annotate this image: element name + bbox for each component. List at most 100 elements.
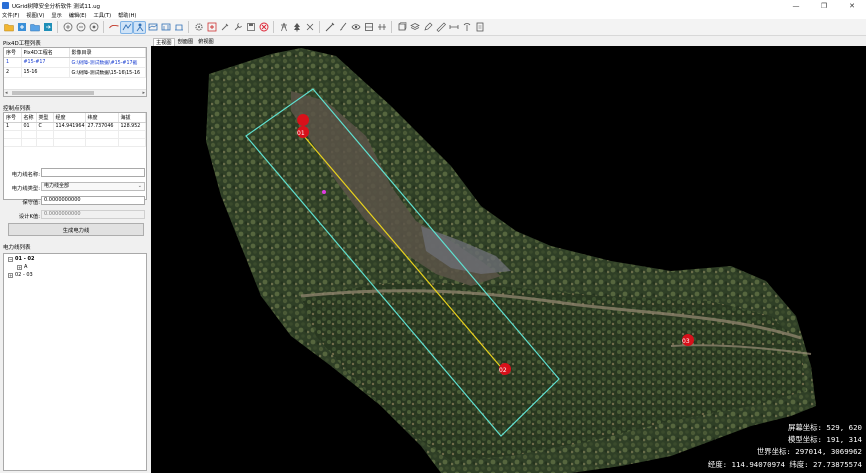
tab-profile-view[interactable]: 剖面图 xyxy=(176,38,196,46)
antenna-icon[interactable] xyxy=(461,22,472,33)
eye-icon[interactable] xyxy=(350,22,361,33)
column-header[interactable]: 类型 xyxy=(36,113,54,123)
column-header[interactable]: 影像目录 xyxy=(69,48,146,58)
menu-view[interactable]: 视图(V) xyxy=(26,12,44,19)
table-cell: C xyxy=(36,122,54,131)
view-tabs: 主视图 剖面图 俯视图 xyxy=(151,37,866,46)
minimize-button[interactable]: — xyxy=(782,0,810,11)
stack-icon[interactable] xyxy=(409,22,420,33)
wrench-icon[interactable] xyxy=(232,22,243,33)
menu-display[interactable]: 显示 xyxy=(51,12,61,19)
zoom-in-icon[interactable] xyxy=(62,22,73,33)
import-icon[interactable] xyxy=(16,22,27,33)
pick-icon[interactable] xyxy=(219,22,230,33)
generate-powerline-button[interactable]: 生成电力线 xyxy=(8,223,144,236)
scrollbar-thumb[interactable] xyxy=(12,91,94,95)
tree-item-label: 02 - 03 xyxy=(15,272,33,278)
column-header[interactable]: Pix4D工程名 xyxy=(21,48,70,58)
top-view-icon[interactable] xyxy=(160,22,171,33)
settings-gear-icon[interactable] xyxy=(193,22,204,33)
layers-icon[interactable] xyxy=(363,22,374,33)
tower-marker-02[interactable]: 02 xyxy=(499,363,511,375)
toolbar-separator xyxy=(319,21,320,33)
section-view-icon[interactable] xyxy=(173,22,184,33)
point-cloud-viewer[interactable]: 01 02 03 屏幕坐标: 529, 620 模型坐标: 191, 314 世… xyxy=(151,46,866,473)
tree-icon[interactable] xyxy=(291,22,302,33)
toolbar-separator xyxy=(188,21,189,33)
measure-line-icon[interactable] xyxy=(108,22,119,33)
menu-file[interactable]: 文件(F) xyxy=(2,12,19,19)
column-header[interactable]: 序号 xyxy=(4,48,22,58)
tree-item[interactable]: − 01 - 02 xyxy=(8,256,34,262)
project-table[interactable]: 序号 Pix4D工程名 影像目录 1 #15-#17 G:\树障-测试数据\#1… xyxy=(3,47,147,97)
tower-marker-03[interactable]: 03 xyxy=(682,334,694,346)
toolbar xyxy=(0,19,866,36)
tree-child-item[interactable]: + A xyxy=(17,264,27,270)
powerline-tree[interactable]: − 01 - 02 + A + 02 - 03 xyxy=(3,253,147,471)
powerline-name-label: 电力线名称: xyxy=(11,172,40,178)
point-cloud-scene[interactable]: 01 02 03 xyxy=(151,46,866,473)
powerline-type-select[interactable]: 电力线全部 ⌄ xyxy=(41,182,145,191)
app-logo-icon xyxy=(2,2,9,9)
menu-help[interactable]: 帮助(H) xyxy=(118,12,136,19)
table-cell: 15-16 xyxy=(21,67,70,78)
close-button[interactable]: ✕ xyxy=(838,0,866,11)
column-header[interactable]: 纬度 xyxy=(85,113,119,123)
column-header[interactable]: 海拔 xyxy=(118,113,146,123)
full-extent-icon[interactable] xyxy=(88,22,99,33)
table-row[interactable]: 2 15-16 G:\树障-测试数据\15-16\15-16 xyxy=(4,67,146,78)
table-row[interactable]: 1 01 C 114.941964 27.737046 128.952 xyxy=(4,122,146,131)
tab-top-view[interactable]: 俯视图 xyxy=(196,38,216,46)
column-header[interactable]: 序号 xyxy=(4,113,22,123)
save-disk-icon[interactable] xyxy=(245,22,256,33)
tab-main-view[interactable]: 主视图 xyxy=(153,38,175,46)
edit-icon[interactable] xyxy=(422,22,433,33)
conservative-value-label: 保守值: xyxy=(22,200,40,206)
selection-point[interactable] xyxy=(322,190,326,194)
maximize-button[interactable]: ❐ xyxy=(810,0,838,11)
expand-icon[interactable]: + xyxy=(17,264,22,270)
profile-view-icon[interactable] xyxy=(147,22,158,33)
collapse-icon[interactable]: − xyxy=(8,256,13,262)
column-header[interactable]: 名称 xyxy=(21,113,37,123)
ruler-icon[interactable] xyxy=(435,22,446,33)
zoom-out-icon[interactable] xyxy=(75,22,86,33)
toolbar-separator xyxy=(273,21,274,33)
scroll-left-icon[interactable]: ◂ xyxy=(5,90,8,96)
coordinate-readout: 屏幕坐标: 529, 620 模型坐标: 191, 314 世界坐标: 2970… xyxy=(708,422,862,471)
project-list-title: Pix4D工程列表 xyxy=(3,41,41,47)
brush-icon[interactable] xyxy=(337,22,348,33)
tree-item[interactable]: + 02 - 03 xyxy=(8,272,33,278)
powerline-type-label: 电力线类型: xyxy=(11,186,40,192)
stop-icon[interactable] xyxy=(258,22,269,33)
save-icon[interactable] xyxy=(29,22,40,33)
column-header[interactable]: 经度 xyxy=(53,113,86,123)
cube-icon[interactable] xyxy=(396,22,407,33)
tower-icon[interactable] xyxy=(278,22,289,33)
open-folder-icon[interactable] xyxy=(3,22,14,33)
scroll-right-icon[interactable]: ▸ xyxy=(142,90,145,96)
screen-coordinate: 屏幕坐标: 529, 620 xyxy=(787,422,862,432)
add-point-icon[interactable] xyxy=(206,22,217,33)
menu-edit[interactable]: 编辑(E) xyxy=(69,12,87,19)
conservative-value-input[interactable]: 0.0000000000 xyxy=(41,196,145,205)
horizontal-scrollbar[interactable]: ◂ ▸ xyxy=(4,89,146,96)
report-icon[interactable] xyxy=(474,22,485,33)
tree-item-label: A xyxy=(24,264,28,270)
marker-label: 03 xyxy=(682,338,690,345)
marker-label: 01 xyxy=(297,130,305,137)
pan-hand-icon[interactable] xyxy=(120,20,133,34)
powerline-name-input[interactable] xyxy=(41,168,145,177)
expand-icon[interactable]: + xyxy=(8,272,13,278)
export-icon[interactable] xyxy=(42,22,53,33)
menu-tools[interactable]: 工具(T) xyxy=(94,12,112,19)
measure-distance-icon[interactable] xyxy=(448,22,459,33)
select-person-icon[interactable] xyxy=(133,20,146,34)
classify-icon[interactable] xyxy=(304,22,315,33)
table-row[interactable]: 1 #15-#17 G:\树障-测试数据\#15-#17截 xyxy=(4,57,146,68)
control-points-title: 控制点列表 xyxy=(3,106,31,112)
marker-label: 02 xyxy=(499,367,507,374)
design-k-input[interactable]: 0.0000000000 xyxy=(41,210,145,219)
draw-line-icon[interactable] xyxy=(324,22,335,33)
clip-icon[interactable] xyxy=(376,22,387,33)
